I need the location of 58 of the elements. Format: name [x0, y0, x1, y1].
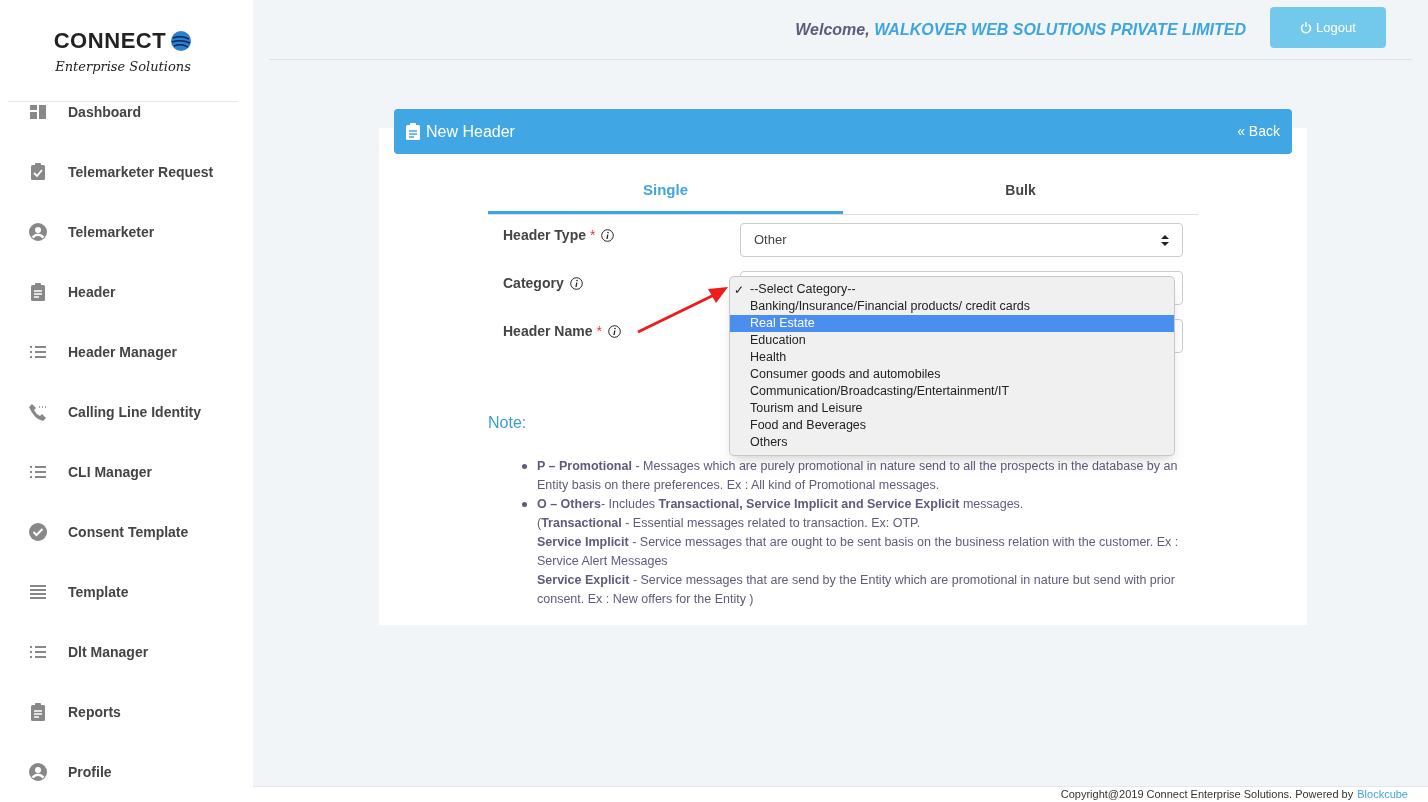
required-mark: *	[590, 226, 596, 245]
sidebar-item[interactable]: Calling Line Identity	[0, 382, 253, 442]
logo-title: CONNECT	[53, 27, 167, 56]
note-text: (Transactional - Essential messages related to transaction. Ex: OTP.	[537, 515, 922, 532]
power-icon	[1300, 21, 1313, 34]
clipboard-icon	[28, 702, 48, 722]
dropdown-option[interactable]: Health	[730, 349, 1174, 366]
clipboard-icon	[406, 123, 420, 140]
select-field[interactable]: Other	[740, 223, 1183, 257]
dropdown-option[interactable]: Others	[730, 434, 1174, 451]
note-text: O – Others- Includes Transactional, Service Implicit and Service Explicit messages.	[537, 496, 1025, 513]
field-label: Category	[503, 274, 564, 293]
select-arrows-icon	[1161, 234, 1169, 246]
clipboard-icon	[28, 282, 48, 302]
note-text: Service Implicit - Service messages that are ought to be sent basis on the business relation with the customer. Ex : Service Alert Messages	[537, 534, 1180, 570]
info-icon	[607, 325, 621, 338]
field-label: Header Type	[503, 226, 586, 245]
dropdown-option[interactable]: Tourism and Leisure	[730, 400, 1174, 417]
sidebar-item[interactable]: Reports	[0, 682, 253, 742]
person-icon	[28, 762, 48, 782]
tab[interactable]: Bulk	[843, 170, 1198, 214]
note-title: Note:	[488, 413, 527, 433]
logo-subtitle: Enterprise Solutions	[55, 58, 191, 77]
bullet-icon	[522, 464, 527, 469]
sidebar-item[interactable]: Profile	[0, 742, 253, 802]
sidebar-item[interactable]: Telemarketer	[0, 202, 253, 262]
info-icon	[569, 277, 583, 290]
dropdown-option[interactable]: Consumer goods and automobiles	[730, 366, 1174, 383]
person-icon	[28, 222, 48, 242]
dropdown-option[interactable]: ✓ --Select Category--	[730, 281, 1174, 298]
copyright-text: Copyright@2019 Connect Enterprise Solutions. Powered by	[1060, 789, 1354, 800]
info-icon	[601, 229, 615, 242]
check-circle-icon	[28, 522, 48, 542]
sidebar-item[interactable]: Header Manager	[0, 322, 253, 382]
note-text: P – Promotional - Messages which are purely promotional in nature send to all the prospects in the database by an Entity basis on there preferences. Ex : All kind of Promotional messages.	[537, 458, 1179, 494]
sidebar-item[interactable]: Dashboard	[0, 102, 253, 142]
card-title: New Header	[426, 121, 515, 142]
dropdown-option[interactable]: Education	[730, 332, 1174, 349]
note-text: Service Explicit - Service messages that are send by the Entity which are promotional in nature but send with prior consent. Ex : New offers for the Entity )	[537, 572, 1176, 608]
dashboard-icon	[28, 102, 48, 122]
clipboard-check-icon	[28, 162, 48, 182]
dropdown-option[interactable]: Communication/Broadcasting/Entertainment/IT	[730, 383, 1174, 400]
phone-icon	[28, 402, 48, 422]
bullet-icon	[522, 502, 527, 507]
field-label: Header Name	[503, 322, 593, 341]
sidebar-item[interactable]: Consent Template	[0, 502, 253, 562]
required-mark: *	[596, 322, 602, 341]
sidebar-item[interactable]: Template	[0, 562, 253, 622]
sidebar-item[interactable]: Header	[0, 262, 253, 322]
globe-icon	[170, 29, 193, 52]
sidebar-item[interactable]: Dlt Manager	[0, 622, 253, 682]
dropdown-option[interactable]: Banking/Insurance/Financial products/ credit cards	[730, 298, 1174, 315]
company-name: WALKOVER WEB SOLUTIONS PRIVATE LIMITED	[874, 20, 1246, 38]
welcome-text: Welcome,	[795, 20, 870, 38]
sidebar-item[interactable]: CLI Manager	[0, 442, 253, 502]
dropdown-option[interactable]: Food and Beverages	[730, 417, 1174, 434]
sidebar-item[interactable]: Telemarketer Request	[0, 142, 253, 202]
lines-icon	[28, 582, 48, 602]
